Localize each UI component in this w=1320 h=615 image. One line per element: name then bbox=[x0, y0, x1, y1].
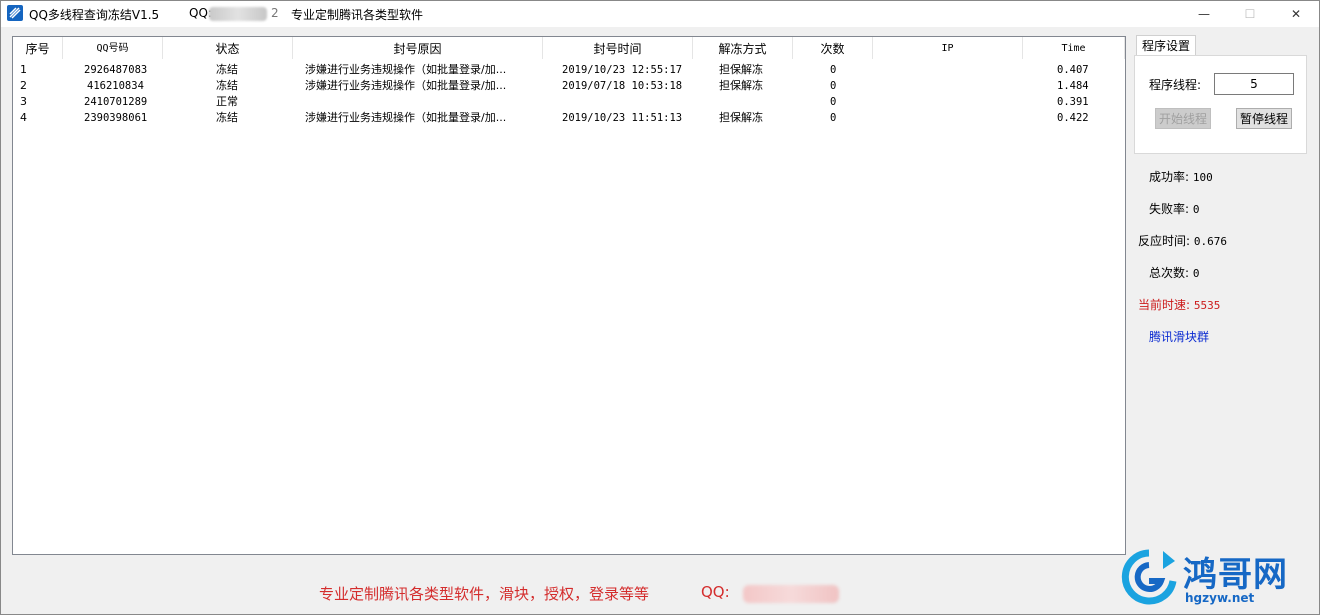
cell-ban-time: 2019/10/23 12:55:17 bbox=[562, 64, 683, 76]
cell-status: 冻结 bbox=[216, 111, 238, 124]
cell-ban-time: 2019/07/18 10:53:18 bbox=[562, 80, 683, 92]
cell-count: 0 bbox=[830, 80, 837, 92]
cell-reason: 涉嫌进行业务违规操作（如批量登录/加... bbox=[305, 111, 507, 124]
watermark-url: hgzyw.net bbox=[1185, 591, 1255, 605]
current-speed: 当前时速: 5535 bbox=[1138, 296, 1220, 313]
fail-rate-label: 失败率: bbox=[1149, 202, 1190, 216]
cell-time: 0.391 bbox=[1057, 96, 1089, 108]
response-time-value: 0.676 bbox=[1193, 235, 1227, 248]
cell-reason bbox=[305, 94, 541, 110]
result-list[interactable]: 序号 QQ号码 状态 封号原因 封号时间 解冻方式 次数 IP Time 1 2… bbox=[12, 36, 1126, 555]
cell-unfreeze-method: 担保解冻 bbox=[719, 63, 763, 76]
app-icon bbox=[7, 5, 23, 21]
column-header-count[interactable]: 次数 bbox=[793, 37, 873, 59]
cell-time: 1.484 bbox=[1057, 80, 1089, 92]
title-bar[interactable]: QQ多线程查询冻结V1.5 QQ: 2 专业定制腾讯各类型软件 — ☐ ✕ bbox=[1, 1, 1319, 27]
cell-count: 0 bbox=[830, 96, 837, 108]
column-header-unfreeze-method[interactable]: 解冻方式 bbox=[693, 37, 793, 59]
table-row[interactable]: 3 2410701289 正常 0 0.391 bbox=[13, 94, 1125, 110]
start-threads-button[interactable]: 开始线程 bbox=[1155, 108, 1211, 129]
cell-reason: 涉嫌进行业务违规操作（如批量登录/加... bbox=[305, 63, 507, 76]
success-rate-value: 100 bbox=[1192, 171, 1213, 184]
title-slogan: 专业定制腾讯各类型软件 bbox=[291, 8, 424, 22]
table-row[interactable]: 4 2390398061 冻结 涉嫌进行业务违规操作（如批量登录/加... 20… bbox=[13, 110, 1125, 126]
thread-count-label: 程序线程: bbox=[1149, 78, 1202, 92]
list-header: 序号 QQ号码 状态 封号原因 封号时间 解冻方式 次数 IP Time bbox=[13, 37, 1125, 59]
watermark-logo-icon bbox=[1121, 549, 1177, 605]
column-header-reason[interactable]: 封号原因 bbox=[293, 37, 543, 59]
settings-panel: 程序线程: 5 开始线程 暂停线程 bbox=[1134, 55, 1307, 154]
cell-count: 0 bbox=[830, 112, 837, 124]
success-rate-label: 成功率: bbox=[1149, 170, 1190, 184]
table-row[interactable]: 2 416210834 冻结 涉嫌进行业务违规操作（如批量登录/加... 201… bbox=[13, 78, 1125, 94]
cell-ban-time: 2019/10/23 11:51:13 bbox=[562, 112, 683, 124]
current-speed-label: 当前时速: bbox=[1138, 298, 1191, 312]
maximize-icon: ☐ bbox=[1244, 7, 1256, 21]
window-title: QQ多线程查询冻结V1.5 bbox=[29, 8, 160, 22]
total-count-value: 0 bbox=[1192, 267, 1200, 280]
cell-qq: 2926487083 bbox=[84, 64, 148, 76]
cell-index: 1 bbox=[20, 63, 27, 76]
close-button[interactable]: ✕ bbox=[1273, 1, 1319, 27]
slider-group-link[interactable]: 腾讯滑块群 bbox=[1149, 328, 1209, 345]
minimize-icon: — bbox=[1198, 7, 1210, 21]
title-qq-redacted bbox=[209, 7, 267, 21]
cell-status: 冻结 bbox=[216, 63, 238, 76]
footer-slogan: 专业定制腾讯各类型软件，滑块，授权，登录等等 bbox=[319, 585, 650, 603]
cell-index: 3 bbox=[20, 95, 27, 108]
fail-rate: 失败率: 0 bbox=[1149, 200, 1200, 217]
cell-time: 0.422 bbox=[1057, 112, 1089, 124]
column-header-ban-time[interactable]: 封号时间 bbox=[543, 37, 693, 59]
cell-reason: 涉嫌进行业务违规操作（如批量登录/加... bbox=[305, 79, 507, 92]
thread-count-input[interactable]: 5 bbox=[1214, 73, 1294, 95]
close-icon: ✕ bbox=[1290, 7, 1302, 21]
response-time-label: 反应时间: bbox=[1138, 234, 1191, 248]
column-header-status[interactable]: 状态 bbox=[163, 37, 293, 59]
cell-count: 0 bbox=[830, 64, 837, 76]
column-header-index[interactable]: 序号 bbox=[13, 37, 63, 59]
maximize-button[interactable]: ☐ bbox=[1227, 1, 1273, 27]
response-time: 反应时间: 0.676 bbox=[1138, 232, 1227, 249]
column-header-time[interactable]: Time bbox=[1023, 37, 1125, 59]
cell-qq: 2410701289 bbox=[84, 96, 148, 108]
fail-rate-value: 0 bbox=[1192, 203, 1200, 216]
cell-index: 4 bbox=[20, 111, 27, 124]
cell-status: 冻结 bbox=[216, 79, 238, 92]
total-count: 总次数: 0 bbox=[1149, 264, 1200, 281]
current-speed-value: 5535 bbox=[1193, 299, 1221, 312]
cell-unfreeze-method: 担保解冻 bbox=[719, 79, 763, 92]
pause-threads-button[interactable]: 暂停线程 bbox=[1236, 108, 1292, 129]
cell-index: 2 bbox=[20, 79, 27, 92]
cell-time: 0.407 bbox=[1057, 64, 1089, 76]
watermark-name: 鸿哥网 bbox=[1183, 555, 1288, 595]
tab-program-settings[interactable]: 程序设置 bbox=[1136, 35, 1196, 56]
cell-status: 正常 bbox=[216, 95, 238, 108]
table-row[interactable]: 1 2926487083 冻结 涉嫌进行业务违规操作（如批量登录/加... 20… bbox=[13, 62, 1125, 78]
column-header-qq[interactable]: QQ号码 bbox=[63, 37, 163, 59]
title-qq-tail: 2 bbox=[271, 6, 279, 20]
watermark: 鸿哥网 hgzyw.net bbox=[1119, 547, 1315, 611]
total-count-label: 总次数: bbox=[1149, 266, 1190, 280]
cell-qq: 416210834 bbox=[87, 80, 144, 92]
footer-qq-label: QQ: bbox=[701, 583, 730, 601]
cell-qq: 2390398061 bbox=[84, 112, 148, 124]
column-header-ip[interactable]: IP bbox=[873, 37, 1023, 59]
success-rate: 成功率: 100 bbox=[1149, 168, 1213, 185]
minimize-button[interactable]: — bbox=[1181, 1, 1227, 27]
cell-unfreeze-method: 担保解冻 bbox=[719, 111, 763, 124]
main-window: QQ多线程查询冻结V1.5 QQ: 2 专业定制腾讯各类型软件 — ☐ ✕ 序号… bbox=[0, 0, 1320, 615]
footer-qq-redacted bbox=[743, 585, 839, 603]
